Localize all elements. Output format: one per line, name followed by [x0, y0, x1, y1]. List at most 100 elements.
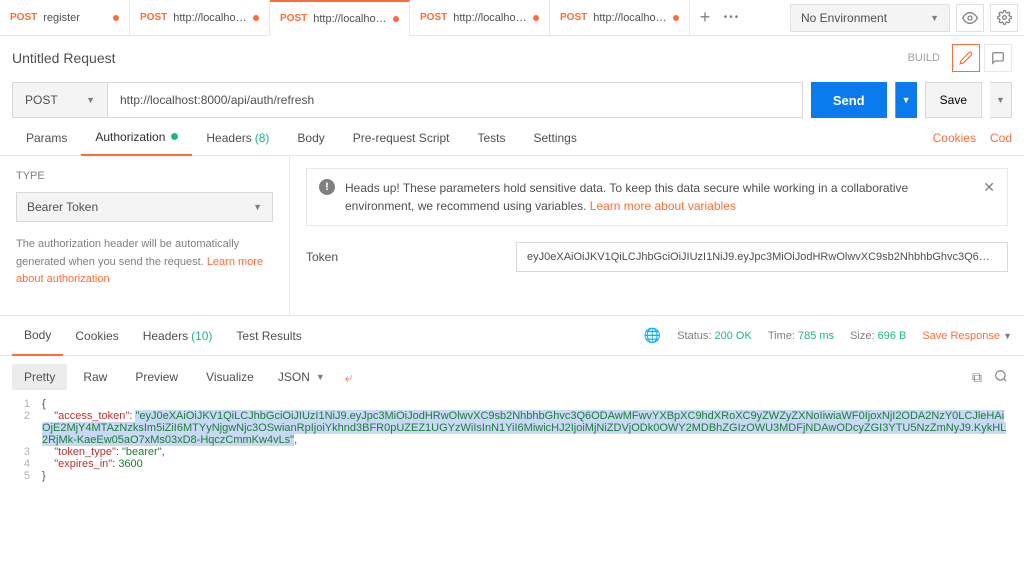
chevron-down-icon: ▼	[902, 95, 911, 105]
resp-tab-body[interactable]: Body	[12, 316, 63, 356]
resp-headers-count: (10)	[191, 329, 212, 343]
tab-1[interactable]: POST http://localhost:8...	[130, 0, 270, 36]
copy-icon[interactable]: ⧉	[968, 365, 986, 390]
view-preview[interactable]: Preview	[123, 364, 190, 390]
save-response-link[interactable]: Save Response ▼	[922, 330, 1012, 342]
unsaved-dot-icon	[673, 15, 679, 21]
request-title-row: Untitled Request BUILD	[0, 36, 1024, 80]
json-key-token-type: "token_type"	[54, 446, 116, 458]
info-icon: !	[319, 179, 335, 195]
code-link[interactable]: Cod	[990, 131, 1012, 145]
tab-method: POST	[10, 12, 37, 23]
search-icon[interactable]	[990, 365, 1012, 390]
tab-method: POST	[140, 12, 167, 23]
response-view-row: Pretty Raw Preview Visualize JSON ▼ ⤶ ⧉	[0, 356, 1024, 398]
tab-label: http://localhost:8...	[173, 12, 247, 24]
indicator-dot-icon	[171, 133, 178, 140]
gear-icon[interactable]	[990, 4, 1018, 32]
wrap-icon[interactable]: ⤶	[337, 365, 361, 390]
url-row: POST ▼ Send ▼ Save ▼	[0, 80, 1024, 120]
save-button[interactable]: Save	[925, 82, 982, 118]
json-val-access-token: "eyJ0eXAiOiJKV1QiLCJhbGciOiJIUzI1NiJ9.ey…	[42, 410, 1006, 446]
tab-headers[interactable]: Headers (8)	[192, 120, 283, 156]
view-pretty[interactable]: Pretty	[12, 364, 67, 390]
response-status-bar: 🌐 Status: 200 OK Time: 785 ms Size: 696 …	[644, 327, 1012, 344]
tab-method: POST	[420, 12, 447, 23]
info-banner-text: Heads up! These parameters hold sensitiv…	[345, 179, 973, 215]
tab-method: POST	[280, 13, 307, 24]
time-text: Time: 785 ms	[768, 330, 834, 342]
token-input[interactable]	[516, 242, 1008, 272]
send-dropdown[interactable]: ▼	[895, 82, 917, 118]
tab-method: POST	[560, 12, 587, 23]
close-icon[interactable]: ✕	[983, 179, 995, 196]
auth-type-select[interactable]: Bearer Token ▼	[16, 192, 273, 222]
tabs-bar: POST register POST http://localhost:8...…	[0, 0, 1024, 36]
request-tabs: Params Authorization Headers (8) Body Pr…	[0, 120, 1024, 156]
info-banner-link[interactable]: Learn more about variables	[590, 199, 736, 213]
resp-tab-headers-label: Headers	[143, 329, 188, 343]
status-value: 200 OK	[715, 330, 752, 342]
response-body[interactable]: 1{ 2 "access_token": "eyJ0eXAiOiJKV1QiLC…	[0, 398, 1024, 494]
cookies-link[interactable]: Cookies	[933, 131, 976, 145]
auth-description: The authorization header will be automat…	[16, 236, 273, 289]
tab-label: http://localhost:8...	[593, 12, 667, 24]
save-dropdown[interactable]: ▼	[990, 82, 1012, 118]
view-raw[interactable]: Raw	[71, 364, 119, 390]
chevron-down-icon: ▼	[1003, 331, 1012, 341]
resp-tab-cookies[interactable]: Cookies	[63, 316, 130, 356]
tab-params[interactable]: Params	[12, 120, 81, 156]
json-val-token-type: "bearer"	[122, 446, 162, 458]
comment-icon[interactable]	[984, 44, 1012, 72]
size-text: Size: 696 B	[850, 330, 906, 342]
resp-tab-testresults[interactable]: Test Results	[224, 316, 313, 356]
tabs-list: POST register POST http://localhost:8...…	[0, 0, 784, 36]
url-input[interactable]	[108, 82, 803, 118]
tab-prerequest[interactable]: Pre-request Script	[339, 120, 464, 156]
method-select[interactable]: POST ▼	[12, 82, 108, 118]
edit-icon[interactable]	[952, 44, 980, 72]
tab-active[interactable]: POST http://localhost:8...	[270, 0, 410, 36]
chevron-down-icon: ▼	[930, 13, 939, 23]
auth-type-value: Bearer Token	[27, 200, 98, 214]
info-banner: ! Heads up! These parameters hold sensit…	[306, 168, 1008, 226]
json-val-expires-in: 3600	[118, 458, 142, 470]
time-value: 785 ms	[798, 330, 834, 342]
send-button[interactable]: Send	[811, 82, 887, 118]
size-value: 696 B	[878, 330, 907, 342]
tab-3[interactable]: POST http://localhost:8...	[410, 0, 550, 36]
token-label: Token	[306, 250, 516, 264]
chevron-down-icon: ▼	[996, 95, 1005, 105]
auth-type-label: TYPE	[16, 170, 273, 182]
unsaved-dot-icon	[113, 15, 119, 21]
tab-authorization-label: Authorization	[95, 130, 165, 144]
tab-tests[interactable]: Tests	[463, 120, 519, 156]
unsaved-dot-icon	[393, 16, 399, 22]
tab-label: register	[43, 12, 107, 24]
view-visualize[interactable]: Visualize	[194, 364, 266, 390]
tab-settings[interactable]: Settings	[520, 120, 591, 156]
add-tab-button[interactable]: +	[690, 0, 720, 36]
build-label: BUILD	[908, 52, 940, 64]
resp-tab-headers[interactable]: Headers (10)	[131, 316, 225, 356]
eye-icon[interactable]	[956, 4, 984, 32]
token-field-row: Token	[306, 242, 1008, 272]
language-select[interactable]: JSON ▼	[270, 364, 333, 390]
language-value: JSON	[278, 370, 310, 384]
tab-body[interactable]: Body	[283, 120, 338, 156]
auth-panel: TYPE Bearer Token ▼ The authorization he…	[0, 156, 1024, 316]
auth-desc-text: The authorization header will be automat…	[16, 238, 239, 268]
request-title: Untitled Request	[12, 50, 908, 66]
tab-4[interactable]: POST http://localhost:8...	[550, 0, 690, 36]
more-tabs-button[interactable]: •••	[720, 0, 744, 36]
tab-register[interactable]: POST register	[0, 0, 130, 36]
chevron-down-icon: ▼	[253, 202, 262, 212]
tab-authorization[interactable]: Authorization	[81, 120, 192, 156]
unsaved-dot-icon	[253, 15, 259, 21]
environment-select[interactable]: No Environment ▼	[790, 4, 950, 32]
tab-label: http://localhost:8...	[313, 13, 387, 25]
json-key-access-token: "access_token"	[54, 410, 129, 422]
request-tabs-right: Cookies Cod	[933, 131, 1012, 145]
response-tabs: Body Cookies Headers (10) Test Results 🌐…	[0, 316, 1024, 356]
globe-icon[interactable]: 🌐	[644, 327, 661, 344]
